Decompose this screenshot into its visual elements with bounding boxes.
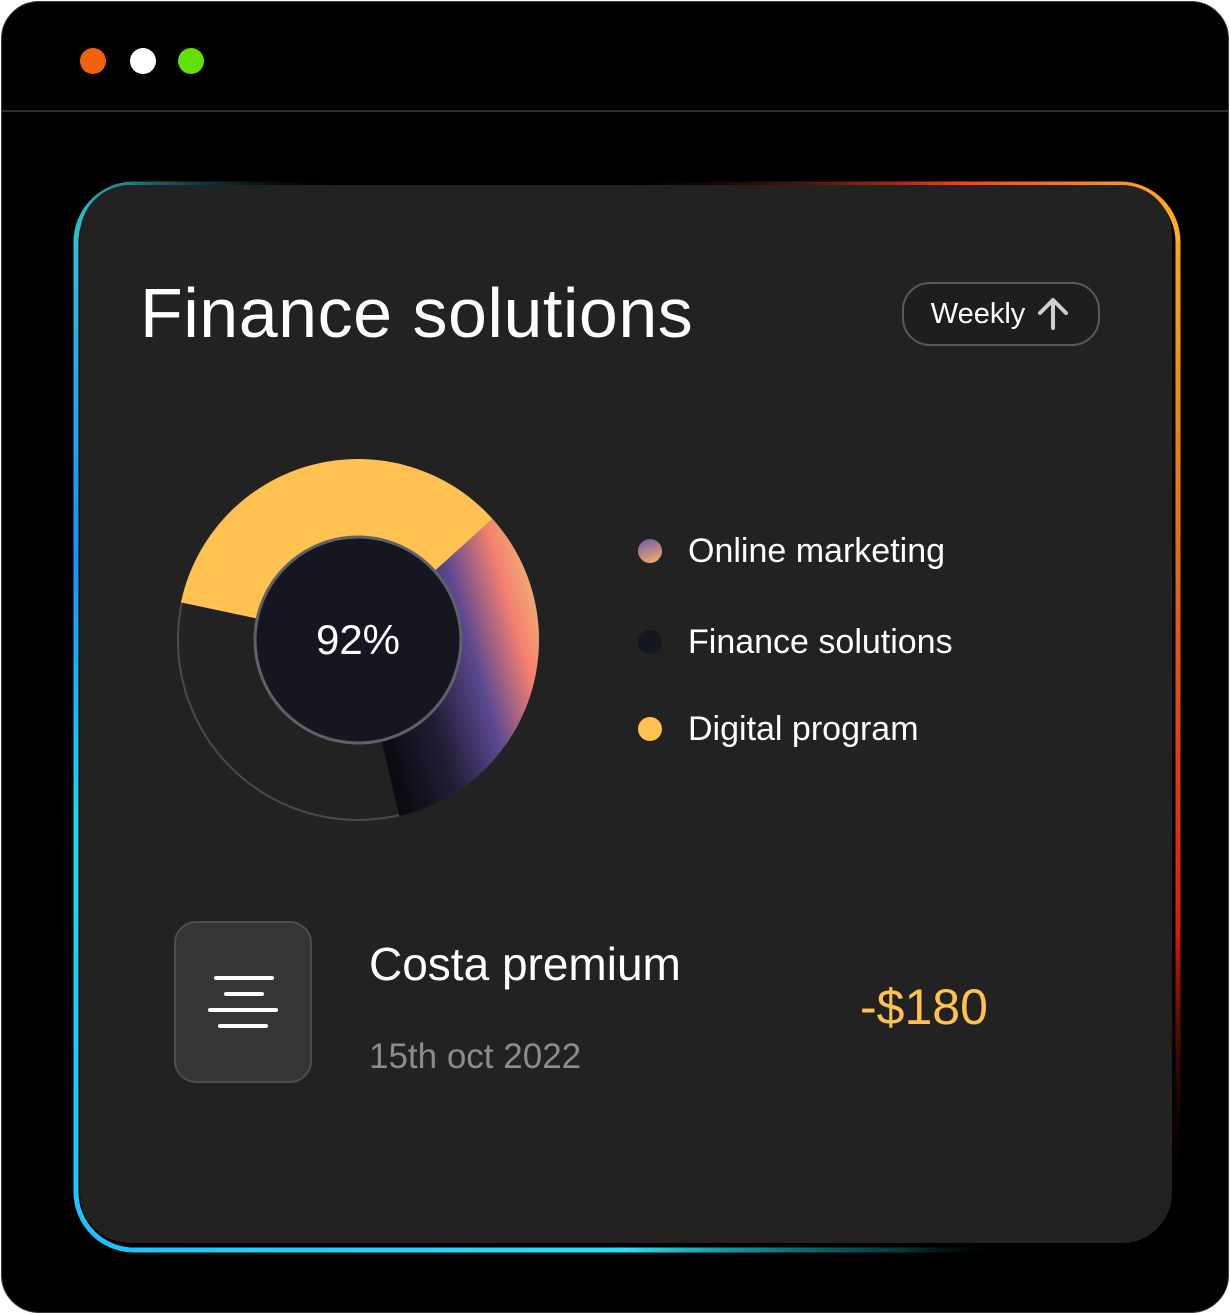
transaction-icon-button[interactable] bbox=[174, 921, 312, 1083]
legend-label: Online marketing bbox=[688, 531, 946, 570]
legend-label: Finance solutions bbox=[688, 622, 953, 661]
legend-item-finance-solutions: Finance solutions bbox=[638, 622, 953, 662]
legend-item-online-marketing: Online marketing bbox=[638, 531, 945, 571]
card-title: Finance solutions bbox=[140, 274, 694, 352]
donut-chart: 92% bbox=[177, 458, 539, 821]
arrow-up-icon bbox=[1038, 298, 1069, 330]
transaction-name: Costa premium bbox=[369, 938, 681, 990]
menu-lines-icon bbox=[208, 976, 278, 1028]
transaction-amount: -$180 bbox=[860, 979, 988, 1035]
finance-card: Finance solutions Weekly 92% Online mark… bbox=[80, 185, 1172, 1243]
legend-swatch bbox=[638, 539, 662, 563]
period-label: Weekly bbox=[930, 297, 1026, 330]
legend-swatch bbox=[638, 717, 662, 741]
transaction-date: 15th oct 2022 bbox=[369, 1037, 582, 1076]
legend-swatch bbox=[638, 630, 662, 654]
legend-label: Digital program bbox=[688, 709, 919, 748]
legend-item-digital-program: Digital program bbox=[638, 709, 919, 749]
period-dropdown-button[interactable]: Weekly bbox=[902, 282, 1100, 346]
donut-center-label: 92% bbox=[316, 616, 400, 663]
